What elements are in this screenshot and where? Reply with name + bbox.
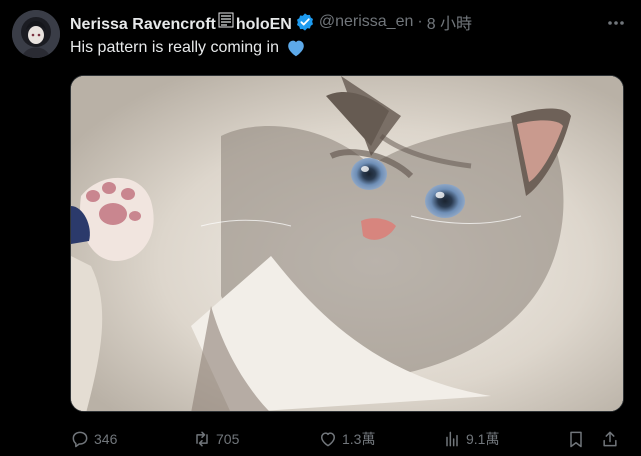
tweet-photo-cat[interactable] [70, 75, 624, 412]
display-name-part1: Nerissa Ravencroft [70, 15, 216, 33]
bookmark-icon [570, 431, 582, 448]
display-name[interactable]: Nerissa Ravencroft holoEN [70, 11, 292, 34]
display-name-part2: holoEN [235, 15, 292, 33]
reply-count: 346 [94, 431, 118, 447]
reply-button[interactable]: 346 [70, 426, 117, 452]
unknown-glyph-icon [218, 12, 234, 27]
timestamp[interactable]: 8 小時 [427, 10, 472, 34]
separator-dot: · [417, 13, 423, 30]
views-button[interactable]: 9.1萬 [442, 426, 499, 452]
avatar[interactable] [12, 10, 60, 58]
tweet-text-content: His pattern is really coming in [70, 39, 279, 56]
views-chart-icon [446, 431, 458, 447]
more-dots-icon[interactable] [605, 12, 627, 34]
reply-icon [72, 431, 88, 448]
author-handle[interactable]: @nerissa_en [319, 13, 414, 31]
retweet-button[interactable]: 705 [192, 426, 239, 452]
tweet[interactable]: Nerissa Ravencroft holoEN @nerissa_en · 8… [0, 0, 641, 456]
like-count: 1.3萬 [342, 431, 376, 447]
retweet-icon [196, 431, 208, 447]
retweet-count: 705 [216, 431, 240, 447]
like-button[interactable]: 1.3萬 [318, 426, 375, 452]
verified-badge-icon [296, 13, 313, 31]
tweet-text: His pattern is really coming in [70, 36, 307, 60]
tweet-actions: 346 705 1.3萬 9.1萬 [70, 426, 630, 452]
cat-photo-illustration [71, 76, 623, 411]
views-count: 9.1萬 [466, 431, 500, 447]
blue-heart-emoji-icon [288, 40, 304, 57]
share-icon [603, 431, 617, 447]
bookmark-button[interactable] [566, 426, 590, 452]
heart-icon [321, 432, 335, 447]
share-button[interactable] [600, 426, 624, 452]
tweet-header: Nerissa Ravencroft holoEN @nerissa_en · 8… [70, 11, 472, 33]
